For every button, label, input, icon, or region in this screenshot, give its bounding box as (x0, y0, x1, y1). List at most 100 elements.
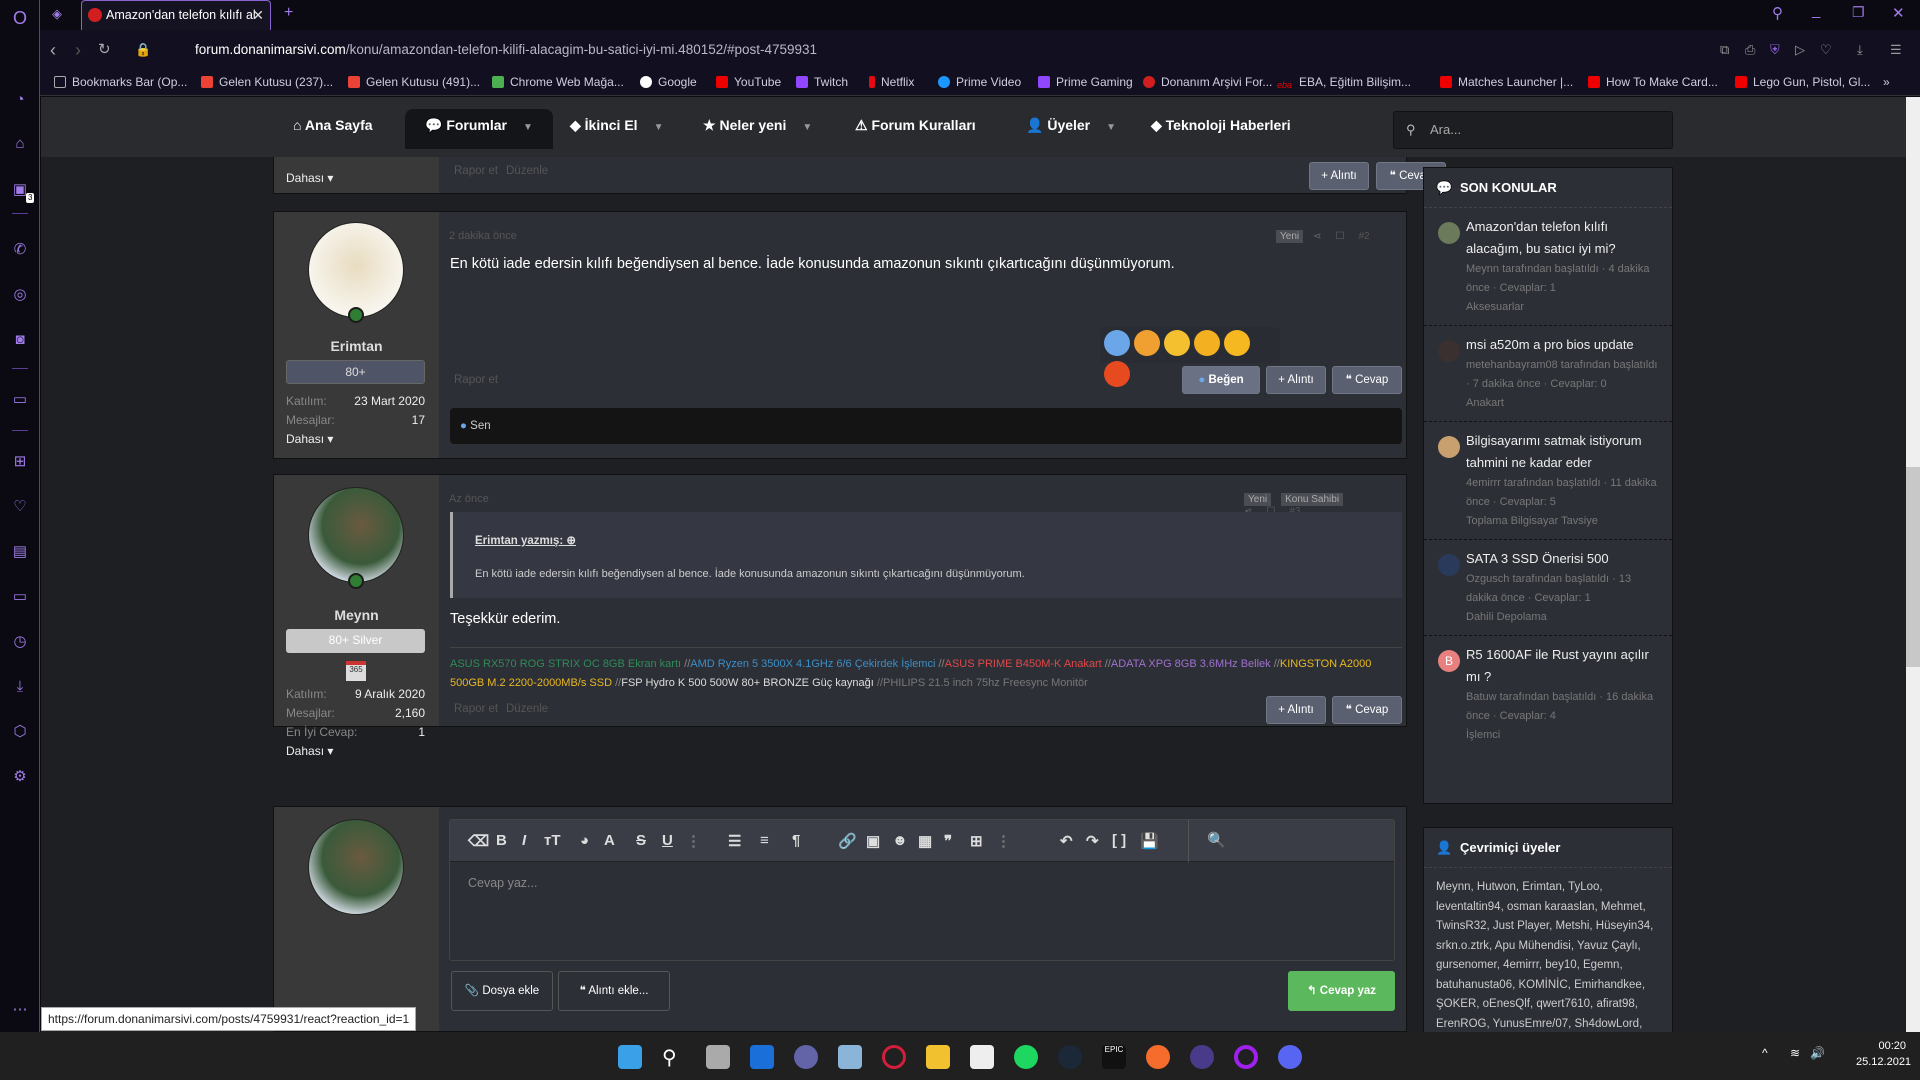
thread-avatar[interactable] (1438, 222, 1460, 244)
bookmark-item[interactable]: eba EBA, Eğitim Bilişim... (1277, 75, 1411, 92)
nav-members[interactable]: 👤 Üyeler ▼ (1026, 117, 1116, 134)
bookmark-item[interactable]: Prime Video (938, 75, 1021, 89)
clear-format-icon[interactable]: ⌫ (468, 832, 489, 850)
task-view-icon[interactable] (706, 1045, 730, 1069)
underline-icon[interactable]: U (662, 832, 673, 849)
forward-icon[interactable]: › (75, 40, 81, 60)
minimize-icon[interactable]: _ (1812, 2, 1820, 19)
reply-button[interactable]: ❝ Cevap (1332, 696, 1402, 724)
bookmark-item[interactable]: Twitch (796, 75, 848, 89)
workspace-icon[interactable]: ⌂ (10, 134, 30, 154)
more-options-icon[interactable]: ⋮ (996, 832, 1011, 850)
quote-button[interactable]: + Alıntı (1266, 366, 1326, 394)
thread-title[interactable]: SATA 3 SSD Önerisi 500 (1466, 548, 1664, 570)
extensions-icon[interactable]: ⬡ (10, 722, 30, 742)
post-time[interactable]: 2 dakika önce (449, 230, 517, 242)
thread-avatar[interactable] (1438, 554, 1460, 576)
heart-icon[interactable]: ♡ (1820, 40, 1832, 60)
history-icon[interactable]: ◷ (10, 632, 30, 652)
speed-dial-icon[interactable]: ◔ (10, 90, 30, 110)
like-button[interactable]: ● Beğen (1182, 366, 1260, 394)
image-icon[interactable]: ▣ (866, 832, 880, 850)
link-icon[interactable]: 🔗 (838, 832, 857, 850)
share-icon[interactable]: ⋖ (1313, 231, 1321, 242)
more-bookmarks-icon[interactable]: » (1883, 75, 1890, 89)
thread-title[interactable]: R5 1600AF ile Rust yayını açılır mı ? (1466, 644, 1664, 688)
wallet-icon[interactable]: ▭ (10, 390, 30, 410)
close-window-icon[interactable]: ✕ (1892, 4, 1905, 22)
thread-avatar[interactable]: B (1438, 650, 1460, 672)
opera-logo-icon[interactable]: O (10, 8, 30, 28)
nav-tech-news[interactable]: ◆ Teknoloji Haberleri (1151, 117, 1291, 134)
instagram-icon[interactable]: ◎ (10, 285, 30, 305)
bookmark-item[interactable]: How To Make Card... (1588, 75, 1718, 89)
whatsapp-icon[interactable]: ✆ (10, 240, 30, 260)
thread-forum[interactable]: Toplama Bilgisayar Tavsiye (1466, 512, 1664, 531)
nav-rules[interactable]: ⚠ Forum Kuralları (855, 117, 976, 134)
bookmark-item[interactable]: Donanım Arşivi For... (1143, 75, 1272, 89)
post-reply-button[interactable]: ↰ Cevap yaz (1288, 971, 1395, 1011)
drafts-icon[interactable]: 💾 (1140, 832, 1159, 850)
bookmark-item[interactable]: Netflix (869, 75, 914, 89)
thread-item[interactable]: Amazon'dan telefon kılıfı alacağım, bu s… (1424, 208, 1672, 326)
bookmark-item[interactable]: YouTube (716, 75, 781, 89)
restore-icon[interactable]: ❐ (1852, 4, 1865, 21)
gamepad-icon[interactable]: ◈ (52, 6, 62, 22)
downloads-icon[interactable]: ⤓ (1857, 40, 1863, 60)
opera-gx-icon[interactable] (882, 1045, 906, 1069)
nav-forums[interactable]: 💬 Forumlar ▼ (405, 109, 553, 149)
edit-link[interactable]: Düzenle (506, 165, 548, 177)
bookmark-item[interactable]: Gelen Kutusu (491)... (348, 75, 480, 89)
bookmark-item[interactable]: Matches Launcher |... (1440, 75, 1573, 89)
discord-icon[interactable]: ◙ (10, 330, 30, 350)
bookmark-item[interactable]: Prime Gaming (1038, 75, 1133, 89)
search-tabs-icon[interactable]: ⚲ (1772, 4, 1783, 22)
more-icon[interactable]: ⋯ (10, 1000, 30, 1020)
scrollbar-thumb[interactable] (1906, 467, 1920, 667)
thread-forum[interactable]: İşlemci (1466, 726, 1664, 745)
easy-setup-icon[interactable]: ☰ (1890, 40, 1902, 60)
post-time[interactable]: Az önce (449, 493, 489, 505)
edit-link[interactable]: Düzenle (506, 703, 548, 715)
bookmark-item[interactable]: Chrome Web Mağa... (492, 75, 624, 89)
start-icon[interactable] (618, 1045, 642, 1069)
performance-icon[interactable] (838, 1045, 862, 1069)
clock[interactable]: 00:20 25.12.2021 (1856, 1040, 1911, 1068)
bookmark-item[interactable]: Google (640, 75, 697, 89)
flow-icon[interactable]: ▭ (10, 587, 30, 607)
preview-icon[interactable]: 🔍 (1188, 820, 1226, 862)
thread-avatar[interactable] (1438, 436, 1460, 458)
tab-active[interactable]: Amazon'dan telefon kılıfı al ✕ (81, 0, 271, 30)
haha-reaction-icon[interactable] (1164, 330, 1190, 356)
username[interactable]: Meynn (274, 607, 439, 623)
report-link[interactable]: Rapor et (454, 374, 498, 386)
align-icon[interactable]: ≡ (760, 832, 769, 849)
more-link[interactable]: Dahası ▾ (286, 432, 333, 446)
sad-reaction-icon[interactable] (1224, 330, 1250, 356)
reload-icon[interactable]: ↻ (98, 40, 111, 60)
snapshot-icon[interactable]: ⎙ (1745, 40, 1755, 60)
list-icon[interactable]: ☰ (728, 832, 741, 850)
heart-icon[interactable]: ♡ (10, 497, 30, 517)
font-size-icon[interactable]: тТ (544, 832, 561, 849)
reactions-bar[interactable]: ● Sen (450, 408, 1402, 444)
angry-reaction-icon[interactable] (1104, 361, 1130, 387)
bookmark-icon[interactable]: ☐ (1336, 231, 1345, 242)
avatar[interactable] (308, 222, 404, 318)
wifi-icon[interactable]: ≋ (1790, 1046, 1800, 1060)
quote-button[interactable]: + Alıntı (1266, 696, 1326, 724)
report-link[interactable]: Rapor et (454, 703, 498, 715)
bbcode-toggle-icon[interactable]: [ ] (1112, 832, 1126, 849)
post-number[interactable]: #2 (1358, 231, 1369, 242)
steam-icon[interactable] (1058, 1045, 1082, 1069)
attach-files-button[interactable]: 📎 Dosya ekle (451, 971, 553, 1011)
url-field[interactable]: forum.donanimarsivi.com/konu/amazondan-t… (195, 42, 817, 57)
media-icon[interactable]: ▦ (918, 832, 932, 850)
spotify-icon[interactable] (1014, 1045, 1038, 1069)
username[interactable]: Erimtan (274, 338, 439, 354)
reply-button[interactable]: ❝ Cevap (1332, 366, 1402, 394)
font-family-icon[interactable]: A (604, 832, 615, 849)
quote-author[interactable]: Erimtan yazmış: ⊕ (475, 533, 576, 547)
thread-forum[interactable]: Anakart (1466, 394, 1664, 413)
origin-icon[interactable] (1146, 1045, 1170, 1069)
